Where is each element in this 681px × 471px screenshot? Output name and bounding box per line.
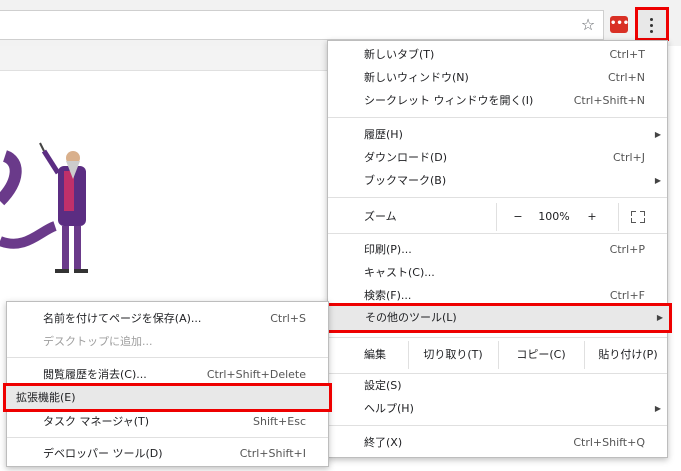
menu-item-history[interactable]: 履歴(H) ▶ — [328, 123, 667, 146]
cut-button[interactable]: 切り取り(T) — [418, 341, 488, 369]
menu-item-new-tab[interactable]: 新しいタブ(T) Ctrl+T — [328, 43, 667, 66]
edit-row: 編集 切り取り(T) コピー(C) 貼り付け(P) — [328, 341, 667, 369]
submenu-arrow-icon: ▶ — [654, 130, 661, 139]
submenu-item-extensions[interactable]: 拡張機能(E) — [3, 383, 332, 412]
menu-item-new-window[interactable]: 新しいウィンドウ(N) Ctrl+N — [328, 66, 667, 89]
edit-label: 編集 — [364, 348, 386, 361]
zoom-label: ズーム — [364, 210, 397, 223]
browser-main-menu: 新しいタブ(T) Ctrl+T 新しいウィンドウ(N) Ctrl+N シークレット … — [326, 40, 672, 458]
menu-item-cast[interactable]: キャスト(C)... — [328, 261, 667, 284]
menu-item-downloads[interactable]: ダウンロード(D) Ctrl+J — [328, 146, 667, 169]
menu-item-print[interactable]: 印刷(P)... Ctrl+P — [328, 238, 667, 261]
copy-button[interactable]: コピー(C) — [506, 341, 576, 369]
menu-item-incognito[interactable]: シークレット ウィンドウを開く(I) Ctrl+Shift+N — [328, 89, 667, 112]
submenu-arrow-icon: ▶ — [654, 404, 661, 413]
zoom-in-button[interactable]: + — [582, 203, 602, 231]
submenu-item-developer-tools[interactable]: デベロッパー ツール(D) Ctrl+Shift+I — [7, 442, 328, 465]
browser-menu-button[interactable] — [635, 7, 669, 41]
bookmark-star-icon[interactable]: ☆ — [578, 15, 598, 35]
fullscreen-icon[interactable] — [631, 211, 645, 223]
zoom-row: ズーム − 100% + — [328, 203, 667, 231]
kebab-menu-icon — [650, 18, 654, 36]
menu-item-help[interactable]: ヘルプ(H) ▶ — [328, 397, 667, 420]
more-tools-submenu: 名前を付けてページを保存(A)... Ctrl+S デスクトップに追加... 閲覧… — [3, 301, 332, 467]
submenu-item-task-manager[interactable]: タスク マネージャ(T) Shift+Esc — [7, 410, 328, 433]
menu-item-settings[interactable]: 設定(S) — [328, 374, 667, 397]
extension-icon[interactable]: ••• — [610, 16, 629, 33]
submenu-arrow-icon: ▶ — [656, 313, 663, 322]
menu-item-exit[interactable]: 終了(X) Ctrl+Shift+Q — [328, 431, 667, 454]
page-header-strip — [0, 46, 330, 71]
zoom-value: 100% — [538, 210, 570, 223]
zoom-out-button[interactable]: − — [508, 203, 528, 231]
address-bar[interactable] — [0, 10, 604, 40]
submenu-item-add-to-desktop[interactable]: デスクトップに追加... — [7, 330, 328, 353]
paste-button[interactable]: 貼り付け(P) — [590, 341, 666, 369]
submenu-item-save-page[interactable]: 名前を付けてページを保存(A)... Ctrl+S — [7, 307, 328, 330]
menu-item-bookmarks[interactable]: ブックマーク(B) ▶ — [328, 169, 667, 192]
submenu-arrow-icon: ▶ — [654, 176, 661, 185]
menu-item-more-tools[interactable]: その他のツール(L) ▶ — [326, 303, 672, 333]
wizard-illustration — [0, 142, 88, 273]
